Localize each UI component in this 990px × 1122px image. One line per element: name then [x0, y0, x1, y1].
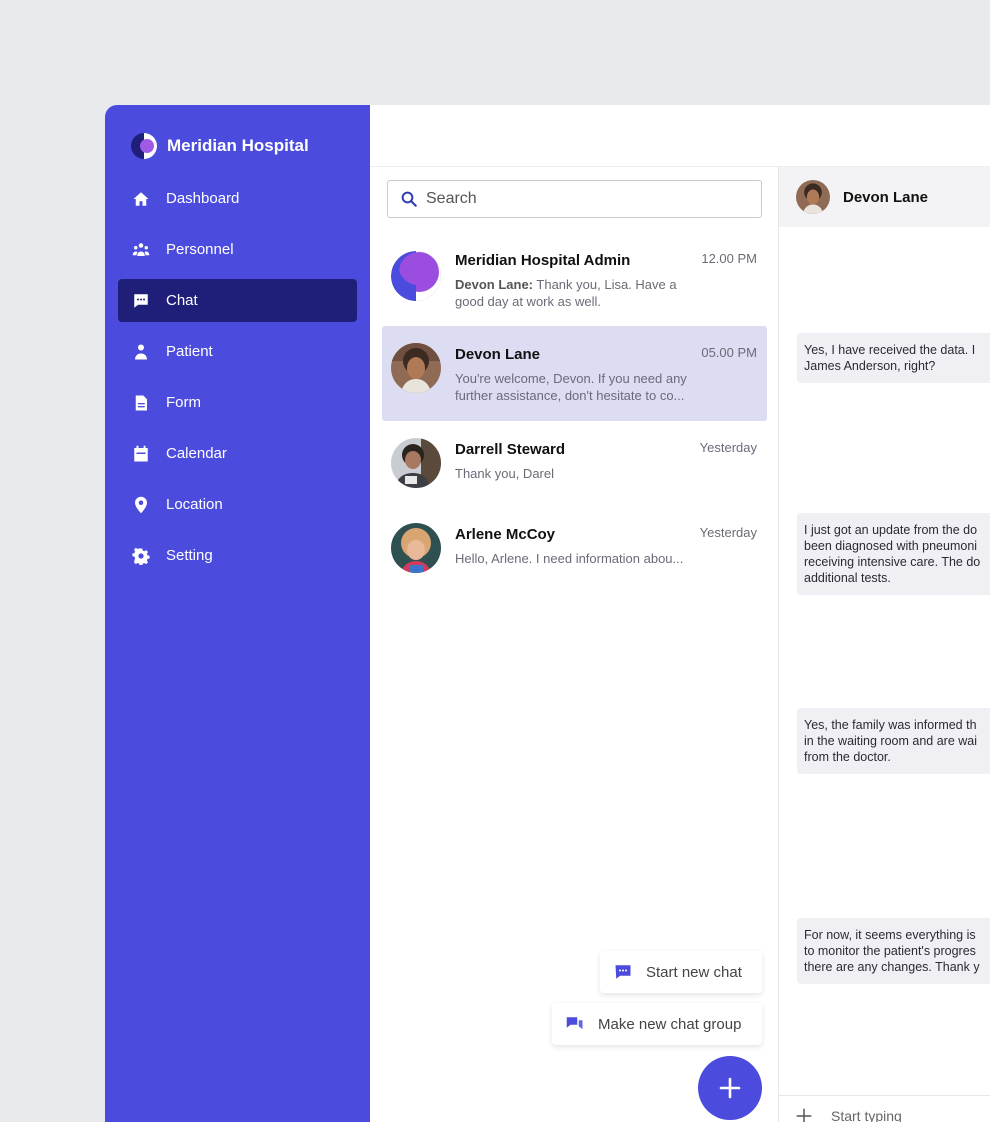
- make-new-chat-group-label: Make new chat group: [598, 1015, 742, 1033]
- message-line: receiving intensive care. The do: [804, 555, 981, 569]
- sidebar-item-location[interactable]: Location: [118, 483, 357, 526]
- message-line: additional tests.: [804, 571, 891, 585]
- sidebar-item-label: Form: [166, 394, 201, 411]
- sidebar-item-patient[interactable]: Patient: [118, 330, 357, 373]
- message-line: James Anderson, right?: [804, 359, 936, 373]
- start-new-chat-label: Start new chat: [646, 963, 742, 981]
- chat-timestamp: 12.00 PM: [701, 251, 757, 266]
- message-line: in the waiting room and are wai: [804, 734, 978, 748]
- sidebar-item-dashboard[interactable]: Dashboard: [118, 177, 357, 220]
- message-line: Yes, the family was informed th: [804, 718, 977, 732]
- sidebar-item-form[interactable]: Form: [118, 381, 357, 424]
- chat-list-item-devon-lane[interactable]: Devon Lane 05.00 PM You're welcome, Devo…: [382, 326, 767, 421]
- message-line: there are any changes. Thank y: [804, 960, 980, 974]
- sidebar-nav: Dashboard Personnel Chat Patient Form Ca…: [118, 177, 357, 585]
- plus-icon: [719, 1077, 741, 1099]
- chat-timestamp: Yesterday: [699, 525, 757, 540]
- admin-avatar-logo: [391, 251, 441, 301]
- chat-list-item-admin[interactable]: Meridian Hospital Admin 12.00 PM Devon L…: [382, 232, 767, 327]
- chat-preview: You're welcome, Devon. If you need any f…: [455, 371, 687, 403]
- chat-preview: Devon Lane: Thank you, Lisa. Have a good…: [455, 276, 705, 310]
- start-new-chat-button[interactable]: Start new chat: [600, 951, 762, 993]
- person-icon: [132, 343, 150, 361]
- sidebar-item-label: Setting: [166, 547, 213, 564]
- search-box: [387, 180, 762, 218]
- chat-preview: Thank you, Darel: [455, 466, 554, 481]
- calendar-icon: [132, 445, 150, 463]
- sidebar-item-label: Patient: [166, 343, 213, 360]
- devon-lane-avatar: [796, 180, 830, 214]
- brand-name: Meridian Hospital: [167, 136, 309, 155]
- conversation-panel: Devon Lane Yes, I have received the data…: [779, 167, 990, 1122]
- sidebar-item-label: Personnel: [166, 241, 234, 258]
- chat-list-item-arlene-mccoy[interactable]: Arlene McCoy Yesterday Hello, Arlene. I …: [382, 506, 767, 601]
- app-window: Meridian Hospital Dashboard Personnel Ch…: [105, 105, 990, 1122]
- brand[interactable]: Meridian Hospital: [131, 133, 309, 159]
- chat-bubble-icon: [615, 965, 631, 979]
- message-bubble: Yes, the family was informed th in the w…: [797, 708, 990, 774]
- add-fab-button[interactable]: [698, 1056, 762, 1120]
- chat-contact-name: Arlene McCoy: [455, 526, 556, 543]
- arlene-mccoy-avatar: [391, 523, 441, 573]
- search-input[interactable]: [426, 190, 746, 208]
- make-new-chat-group-button[interactable]: Make new chat group: [552, 1003, 762, 1045]
- chat-contact-name: Darrell Steward: [455, 441, 566, 458]
- message-line: from the doctor.: [804, 750, 891, 764]
- message-input[interactable]: Start typing: [831, 1108, 902, 1122]
- sidebar-item-setting[interactable]: Setting: [118, 534, 357, 577]
- conversation-header: Devon Lane: [779, 167, 990, 227]
- darrell-steward-avatar: [391, 438, 441, 488]
- home-icon: [132, 190, 150, 208]
- attach-plus-icon[interactable]: [795, 1107, 813, 1122]
- document-icon: [132, 394, 150, 412]
- chat-preview: Hello, Arlene. I need information abou..…: [455, 551, 684, 566]
- sidebar-item-label: Location: [166, 496, 223, 513]
- chat-list-item-darrell-steward[interactable]: Darrell Steward Yesterday Thank you, Dar…: [382, 421, 767, 516]
- gear-icon: [132, 547, 150, 565]
- sidebar-item-personnel[interactable]: Personnel: [118, 228, 357, 271]
- people-icon: [132, 241, 150, 259]
- message-line: For now, it seems everything is: [804, 928, 976, 942]
- chat-timestamp: Yesterday: [699, 440, 757, 455]
- chat-icon: [132, 292, 150, 310]
- chat-contact-name: Meridian Hospital Admin: [455, 252, 631, 269]
- message-line: Yes, I have received the data. I: [804, 343, 976, 357]
- sidebar-item-label: Chat: [166, 292, 198, 309]
- sidebar-item-chat[interactable]: Chat: [118, 279, 357, 322]
- group-chat-icon: [566, 1017, 583, 1030]
- devon-lane-avatar: [391, 343, 441, 393]
- chat-timestamp: 05.00 PM: [701, 345, 757, 360]
- sidebar: Meridian Hospital Dashboard Personnel Ch…: [105, 105, 370, 1122]
- message-bubble: Yes, I have received the data. I James A…: [797, 333, 990, 383]
- top-bar: [370, 105, 990, 167]
- chat-list-panel: Meridian Hospital Admin 12.00 PM Devon L…: [370, 167, 779, 1122]
- chat-contact-name: Devon Lane: [455, 346, 541, 363]
- chat-preview-sender: Devon Lane:: [455, 277, 534, 292]
- hospital-logo-icon: [131, 133, 157, 159]
- compose-bar: Start typing: [779, 1095, 990, 1122]
- sidebar-item-label: Dashboard: [166, 190, 240, 207]
- location-pin-icon: [132, 496, 150, 514]
- message-line: I just got an update from the do: [804, 523, 978, 537]
- message-line: been diagnosed with pneumoni: [804, 539, 978, 553]
- message-bubble: I just got an update from the do been di…: [797, 513, 990, 595]
- search-icon: [401, 191, 417, 207]
- conversation-contact-name: Devon Lane: [843, 188, 929, 206]
- sidebar-item-label: Calendar: [166, 445, 227, 462]
- message-bubble: For now, it seems everything is to monit…: [797, 918, 990, 984]
- message-line: to monitor the patient's progres: [804, 944, 976, 958]
- sidebar-item-calendar[interactable]: Calendar: [118, 432, 357, 475]
